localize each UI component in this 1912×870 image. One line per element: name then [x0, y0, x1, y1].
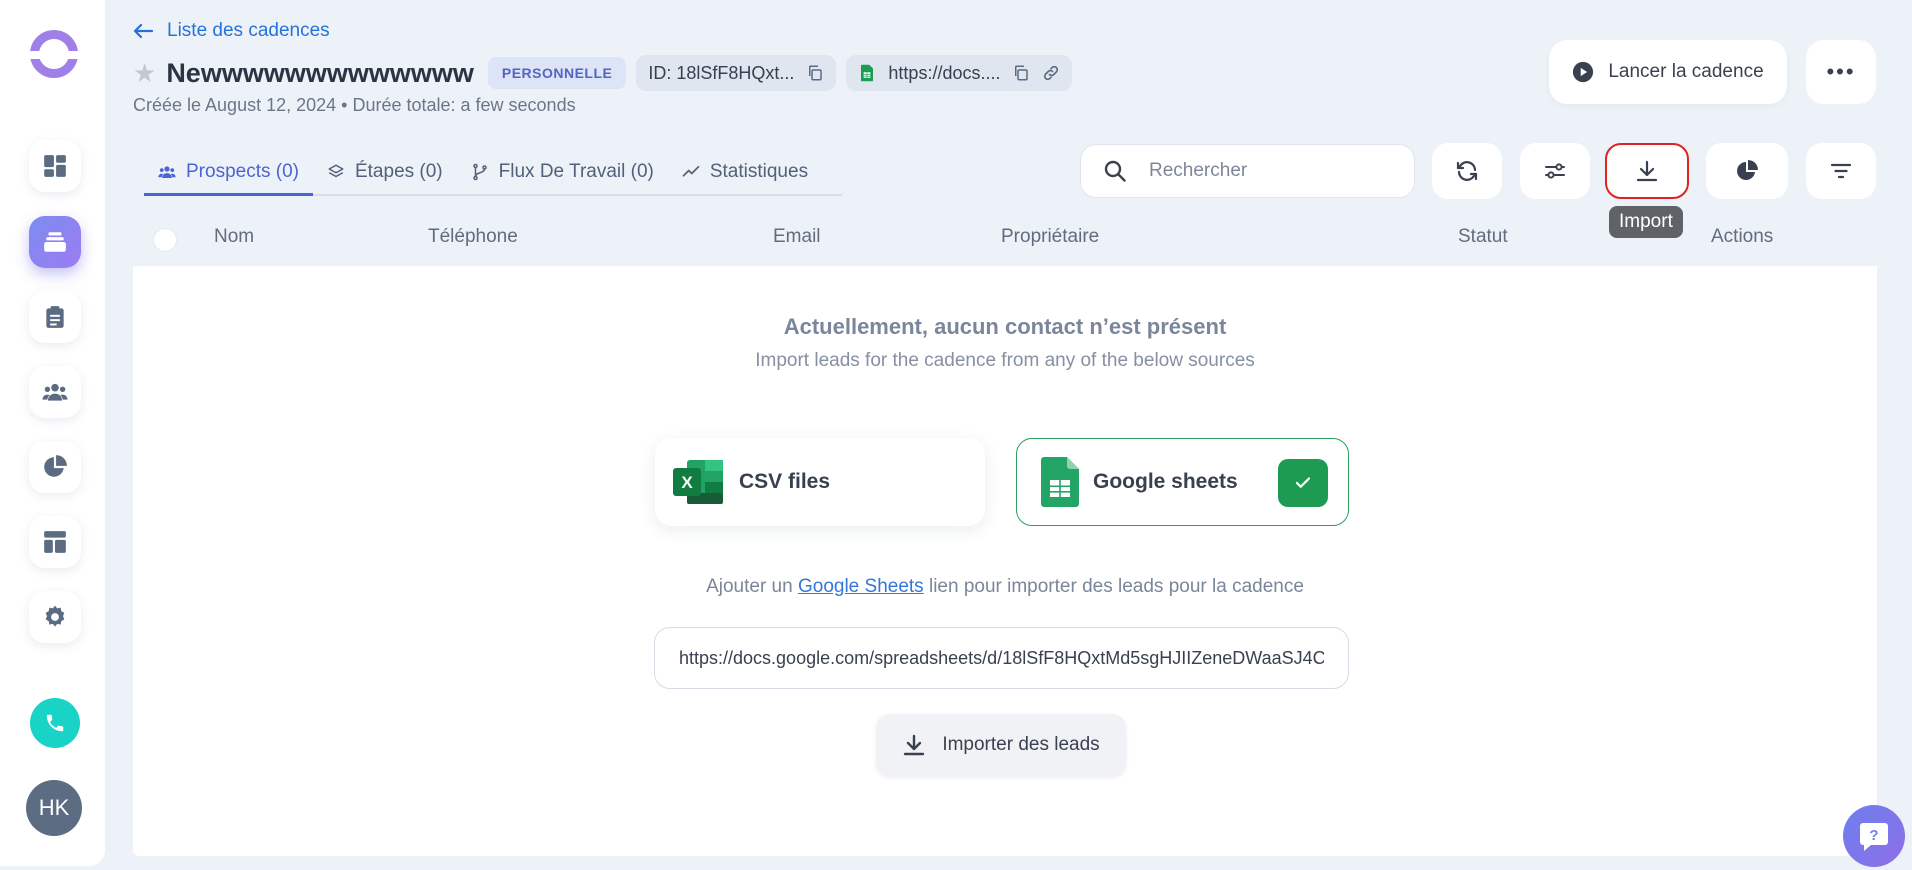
tabs: Prospects (0) Étapes (0) Flux De Travail…	[144, 150, 842, 196]
excel-icon: X	[673, 460, 723, 504]
google-sheets-icon	[1041, 457, 1079, 507]
arrow-left-icon	[133, 23, 153, 39]
nav-dashboard[interactable]	[29, 140, 81, 192]
column-status[interactable]: Statut	[1458, 226, 1508, 248]
back-link-label[interactable]: Liste des cadences	[167, 20, 330, 42]
table-header: Nom Téléphone Email Propriétaire Statut …	[133, 214, 1877, 266]
tab-steps-label: Étapes (0)	[354, 161, 443, 182]
link-icon[interactable]	[1042, 64, 1060, 82]
tab-prospects[interactable]: Prospects (0)	[144, 150, 313, 196]
import-leads-button[interactable]: Importer des leads	[876, 714, 1126, 776]
column-actions: Actions	[1711, 226, 1774, 247]
sheet-url-field	[654, 627, 1349, 689]
tab-statistics[interactable]: Statistiques	[668, 150, 822, 194]
sidebar: HK	[0, 0, 105, 866]
tab-workflow[interactable]: Flux De Travail (0)	[457, 150, 668, 194]
helper-prefix: Ajouter un	[706, 576, 798, 597]
type-badge: PERSONNELLE	[487, 57, 627, 89]
copy-icon[interactable]	[806, 64, 824, 82]
launch-cadence-button[interactable]: Lancer la cadence	[1549, 40, 1787, 104]
layout-icon	[44, 531, 66, 553]
tab-statistics-label: Statistiques	[709, 161, 809, 182]
download-icon	[1636, 160, 1658, 182]
sheet-url-input[interactable]	[679, 647, 1324, 669]
cadence-stack-icon	[44, 232, 66, 252]
sheet-link-pill: https://docs....	[846, 55, 1073, 91]
check-icon	[1295, 477, 1311, 488]
workflow-icon	[472, 163, 487, 181]
csv-source-label: CSV files	[739, 470, 831, 493]
phone-button[interactable]	[30, 698, 80, 748]
empty-subtitle: Import leads for the cadence from any of…	[755, 350, 1255, 371]
download-icon	[904, 734, 925, 756]
filter-button[interactable]	[1806, 143, 1876, 199]
gear-icon	[45, 605, 65, 627]
search-icon	[1104, 160, 1126, 182]
copy-link-icon[interactable]	[1012, 64, 1030, 82]
play-circle-icon	[1573, 61, 1594, 83]
nav-cadences[interactable]	[29, 216, 81, 268]
launch-cadence-label: Lancer la cadence	[1608, 61, 1764, 82]
refresh-button[interactable]	[1432, 143, 1502, 199]
app-logo[interactable]	[27, 30, 81, 78]
id-text: ID: 18lSfF8HQxt...	[648, 62, 795, 83]
google-sheets-source-option[interactable]: Google sheets	[1016, 438, 1349, 526]
tab-prospects-label: Prospects (0)	[186, 160, 299, 182]
empty-title: Actuellement, aucun contact n’est présen…	[783, 314, 1227, 339]
selected-check	[1278, 459, 1328, 507]
csv-source-option[interactable]: X CSV files	[655, 438, 985, 526]
svg-text:X: X	[681, 473, 693, 492]
refresh-icon	[1456, 161, 1478, 181]
tab-steps[interactable]: Étapes (0)	[313, 150, 457, 194]
people-icon	[42, 383, 68, 401]
import-leads-label: Importer des leads	[942, 734, 1100, 755]
layers-icon	[328, 164, 344, 178]
pie-chart-icon	[44, 455, 67, 477]
back-link[interactable]: Liste des cadences	[133, 20, 330, 42]
column-name[interactable]: Nom	[214, 226, 254, 248]
page-title: Newwwwwwwwwwwww	[166, 57, 474, 88]
tab-workflow-label: Flux De Travail (0)	[498, 161, 654, 182]
column-phone[interactable]: Téléphone	[428, 226, 518, 248]
trend-icon	[682, 165, 700, 177]
helper-suffix: lien pour importer des leads pour la cad…	[923, 576, 1304, 597]
settings-button[interactable]	[1520, 143, 1590, 199]
avatar[interactable]: HK	[26, 780, 82, 836]
nav-statistics[interactable]	[29, 441, 81, 493]
nav-people[interactable]	[29, 366, 81, 418]
sheet-link-text[interactable]: https://docs....	[888, 63, 1000, 84]
search-input[interactable]	[1149, 160, 1389, 182]
id-pill: ID: 18lSfF8HQxt...	[636, 55, 837, 91]
import-helper-text: Ajouter un Google Sheets lien pour impor…	[133, 576, 1877, 598]
google-sheets-source-label: Google sheets	[1093, 470, 1238, 493]
search-box	[1080, 144, 1415, 198]
analytics-button[interactable]	[1706, 143, 1788, 199]
more-dots-icon: •••	[1826, 59, 1856, 84]
help-chat-button[interactable]: ?	[1843, 805, 1905, 867]
users-icon	[158, 165, 176, 178]
column-email[interactable]: Email	[773, 226, 821, 248]
google-sheets-icon	[861, 64, 874, 82]
dashboard-icon	[44, 155, 66, 177]
column-owner[interactable]: Propriétaire	[1001, 226, 1099, 248]
phone-icon	[46, 714, 64, 732]
google-sheets-help-link[interactable]: Google Sheets	[798, 576, 924, 597]
select-all-checkbox[interactable]	[153, 228, 177, 252]
pie-chart-icon	[1737, 160, 1758, 180]
more-options-button[interactable]: •••	[1806, 40, 1876, 104]
nav-tasks[interactable]	[29, 291, 81, 343]
clipboard-icon	[46, 306, 64, 328]
nav-settings[interactable]	[29, 591, 81, 643]
title-row: ★ Newwwwwwwwwwwww PERSONNELLE ID: 18lSfF…	[133, 55, 1073, 91]
empty-state-card: Actuellement, aucun contact n’est présen…	[133, 266, 1877, 856]
help-icon: ?	[1860, 823, 1888, 851]
cadence-subtitle: Créée le August 12, 2024 • Durée totale:…	[133, 95, 576, 115]
star-icon[interactable]: ★	[133, 58, 156, 89]
import-button[interactable]	[1605, 143, 1689, 199]
nav-templates[interactable]	[29, 516, 81, 568]
svg-text:?: ?	[1869, 827, 1878, 844]
settings-sliders-icon	[1545, 163, 1565, 179]
filter-icon	[1830, 163, 1852, 179]
